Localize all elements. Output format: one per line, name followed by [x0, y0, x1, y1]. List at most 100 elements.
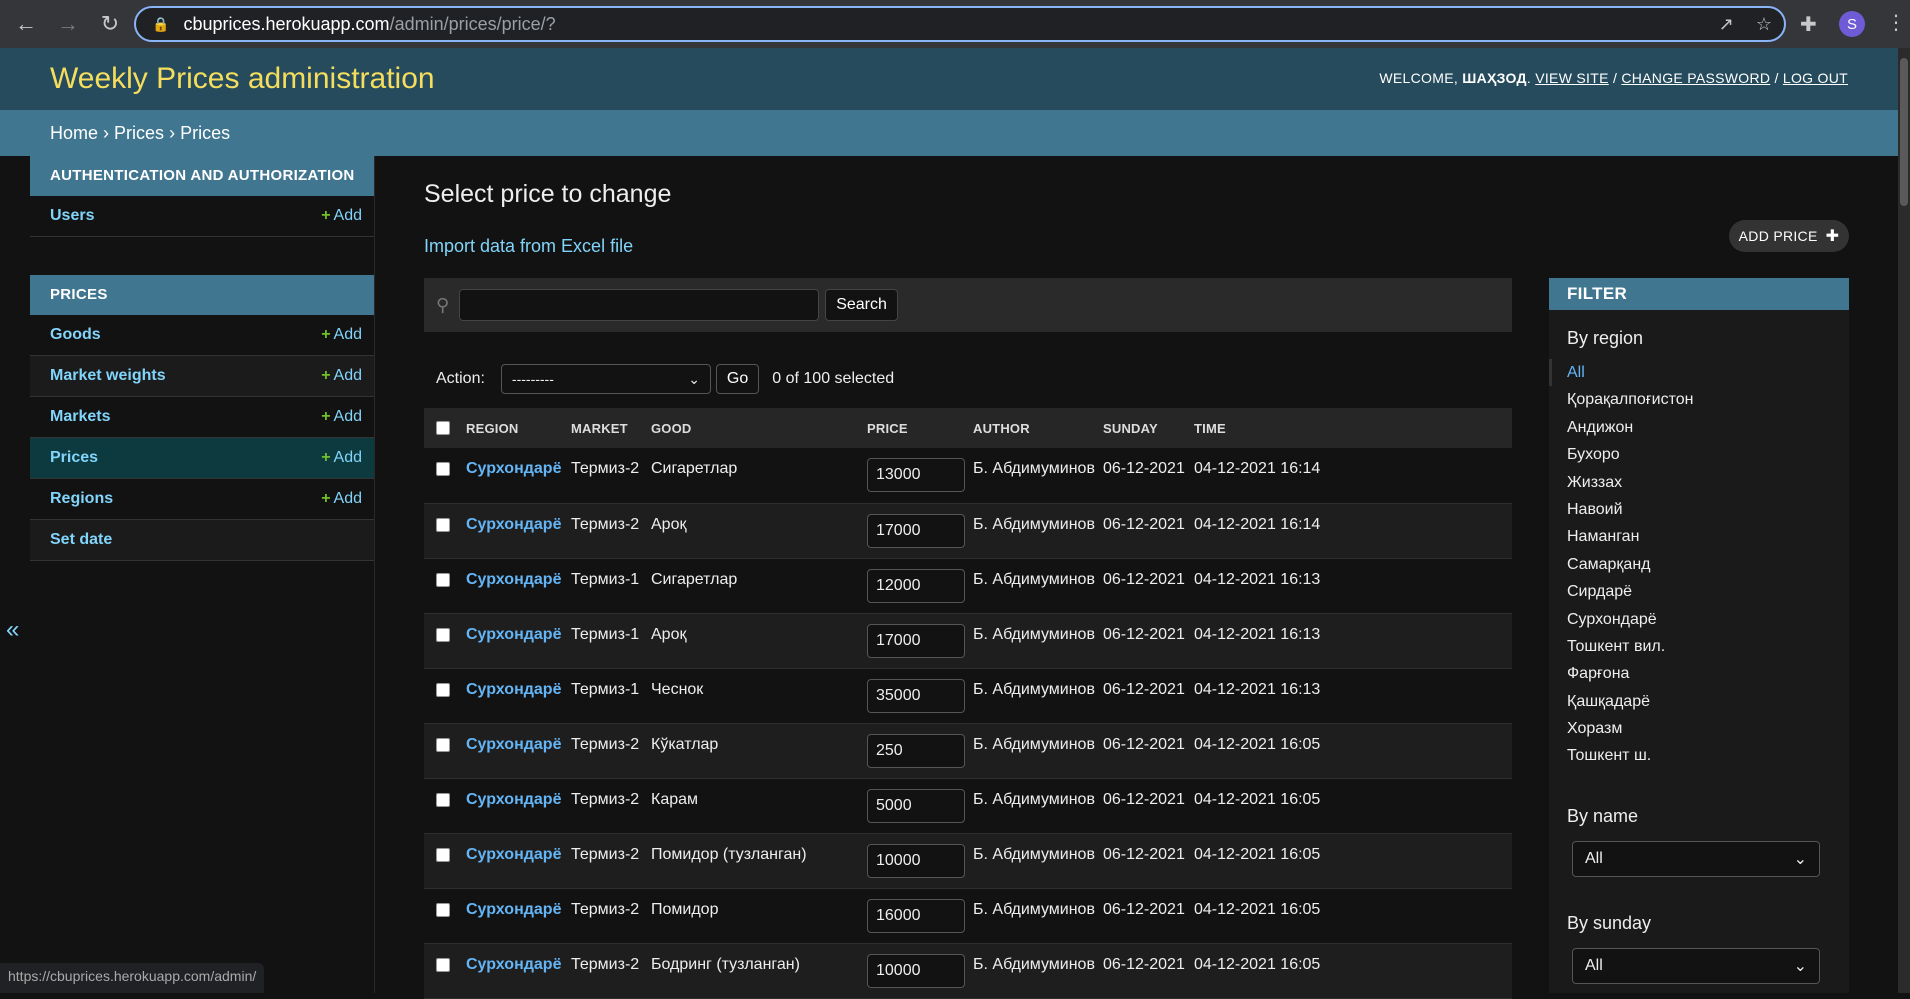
sidebar-item-prices[interactable]: Prices + Add: [30, 438, 374, 479]
price-input[interactable]: [867, 953, 965, 988]
filter-option[interactable]: Фарғона: [1567, 660, 1849, 687]
filter-option[interactable]: Навоий: [1567, 496, 1849, 523]
share-icon[interactable]: ↗: [1719, 14, 1734, 35]
app-caption-auth[interactable]: AUTHENTICATION AND AUTHORIZATION: [30, 156, 374, 196]
add-price-button[interactable]: ADD PRICE ✚: [1729, 220, 1849, 252]
region-link[interactable]: Сурхондарё: [466, 736, 561, 753]
column-header-price[interactable]: PRICE: [867, 408, 973, 448]
filter-option[interactable]: Тошкент ш.: [1567, 742, 1849, 769]
sidebar-item-label[interactable]: Markets: [50, 408, 110, 426]
filter-option[interactable]: Бухоро: [1567, 441, 1849, 468]
filter-option[interactable]: Хоразм: [1567, 715, 1849, 742]
row-checkbox[interactable]: [436, 847, 450, 862]
row-checkbox[interactable]: [436, 792, 450, 807]
app-caption-prices[interactable]: PRICES: [30, 275, 374, 315]
extensions-puzzle-icon[interactable]: ✚: [1800, 12, 1817, 37]
price-input[interactable]: [867, 623, 965, 658]
filter-option[interactable]: Тошкент вил.: [1567, 633, 1849, 660]
region-link[interactable]: Сурхондарё: [466, 626, 561, 643]
browser-menu-icon[interactable]: ⋮: [1886, 10, 1906, 35]
back-icon[interactable]: ←: [10, 8, 42, 40]
region-link[interactable]: Сурхондарё: [466, 956, 561, 973]
sidebar-item-label[interactable]: Goods: [50, 326, 101, 344]
name-filter-select[interactable]: All ⌄: [1572, 840, 1820, 877]
filter-option[interactable]: Андижон: [1567, 414, 1849, 441]
filter-option[interactable]: Наманган: [1567, 523, 1849, 550]
region-link[interactable]: Сурхондарё: [466, 460, 561, 477]
search-input[interactable]: [459, 289, 820, 321]
region-link[interactable]: Сурхондарё: [466, 571, 561, 588]
region-link[interactable]: Сурхондарё: [466, 516, 561, 533]
column-header-time[interactable]: TIME: [1194, 408, 1512, 448]
add-market-link[interactable]: + Add: [321, 408, 362, 426]
search-button[interactable]: Search: [825, 289, 898, 321]
sidebar-item-label[interactable]: Prices: [50, 449, 98, 467]
column-header-author[interactable]: AUTHOR: [973, 408, 1103, 448]
sidebar-item-label[interactable]: Set date: [50, 531, 112, 549]
reload-icon[interactable]: ↻: [94, 8, 126, 40]
price-input[interactable]: [867, 843, 965, 878]
price-input[interactable]: [867, 458, 965, 492]
sidebar-item-users[interactable]: Users + Add: [30, 196, 374, 237]
add-user-link[interactable]: + Add: [321, 207, 362, 225]
sidebar-item-regions[interactable]: Regions + Add: [30, 479, 374, 520]
site-title[interactable]: Weekly Prices administration: [50, 62, 435, 96]
address-bar[interactable]: 🔒 cbuprices.herokuapp.com/admin/prices/p…: [134, 6, 1786, 42]
add-market-weight-link[interactable]: + Add: [321, 367, 362, 385]
view-site-link[interactable]: VIEW SITE: [1535, 70, 1609, 86]
row-checkbox[interactable]: [436, 462, 450, 476]
price-input[interactable]: [867, 898, 965, 933]
breadcrumb-home[interactable]: Home: [50, 123, 98, 143]
filter-option[interactable]: Самарқанд: [1567, 551, 1849, 578]
change-password-link[interactable]: CHANGE PASSWORD: [1621, 70, 1770, 86]
action-select[interactable]: --------- ⌄: [500, 364, 711, 394]
import-excel-link[interactable]: Import data from Excel file: [424, 236, 633, 257]
filter-option[interactable]: Қашқадарё: [1567, 688, 1849, 715]
filter-option[interactable]: Сирдарё: [1567, 578, 1849, 605]
go-button[interactable]: Go: [715, 364, 760, 394]
log-out-link[interactable]: LOG OUT: [1783, 70, 1848, 86]
breadcrumb-app[interactable]: Prices: [114, 123, 164, 143]
sunday-filter-select[interactable]: All ⌄: [1572, 947, 1820, 984]
region-link[interactable]: Сурхондарё: [466, 901, 561, 918]
forward-icon[interactable]: →: [52, 8, 84, 40]
sidebar-item-goods[interactable]: Goods + Add: [30, 315, 374, 356]
filter-option[interactable]: Қорақалпоғистон: [1567, 386, 1849, 413]
collapse-sidebar-icon[interactable]: «: [6, 616, 19, 644]
sidebar-item-label[interactable]: Market weights: [50, 367, 166, 385]
column-header-market[interactable]: MARKET: [571, 408, 651, 448]
row-checkbox[interactable]: [436, 682, 450, 697]
sidebar-item-market-weights[interactable]: Market weights + Add: [30, 356, 374, 397]
add-price-link[interactable]: + Add: [321, 449, 362, 467]
sidebar-item-label[interactable]: Users: [50, 207, 94, 225]
column-header-region[interactable]: REGION: [466, 408, 571, 448]
add-region-link[interactable]: + Add: [321, 490, 362, 508]
bookmark-star-icon[interactable]: ☆: [1756, 14, 1772, 35]
row-checkbox[interactable]: [436, 902, 450, 917]
price-input[interactable]: [867, 788, 965, 823]
price-input[interactable]: [867, 733, 965, 768]
sidebar-item-set-date[interactable]: Set date: [30, 520, 374, 561]
price-input[interactable]: [867, 568, 965, 603]
profile-avatar[interactable]: S: [1839, 11, 1865, 37]
filter-option[interactable]: Сурхондарё: [1567, 606, 1849, 633]
region-link[interactable]: Сурхондарё: [466, 681, 561, 698]
row-checkbox[interactable]: [436, 517, 450, 532]
sidebar-item-markets[interactable]: Markets + Add: [30, 397, 374, 438]
add-good-link[interactable]: + Add: [321, 326, 362, 344]
scrollbar-thumb[interactable]: [1900, 58, 1908, 206]
region-link[interactable]: Сурхондарё: [466, 791, 561, 808]
price-input[interactable]: [867, 513, 965, 548]
region-link[interactable]: Сурхондарё: [466, 846, 561, 863]
sidebar-item-label[interactable]: Regions: [50, 490, 113, 508]
select-all-checkbox[interactable]: [436, 420, 450, 435]
row-checkbox[interactable]: [436, 957, 450, 972]
price-input[interactable]: [867, 678, 965, 713]
filter-option[interactable]: Жиззах: [1567, 469, 1849, 496]
row-checkbox[interactable]: [436, 737, 450, 752]
column-header-sunday[interactable]: SUNDAY: [1103, 408, 1194, 448]
column-header-good[interactable]: GOOD: [651, 408, 867, 448]
filter-option-all[interactable]: All: [1549, 359, 1849, 387]
row-checkbox[interactable]: [436, 572, 450, 587]
row-checkbox[interactable]: [436, 627, 450, 642]
